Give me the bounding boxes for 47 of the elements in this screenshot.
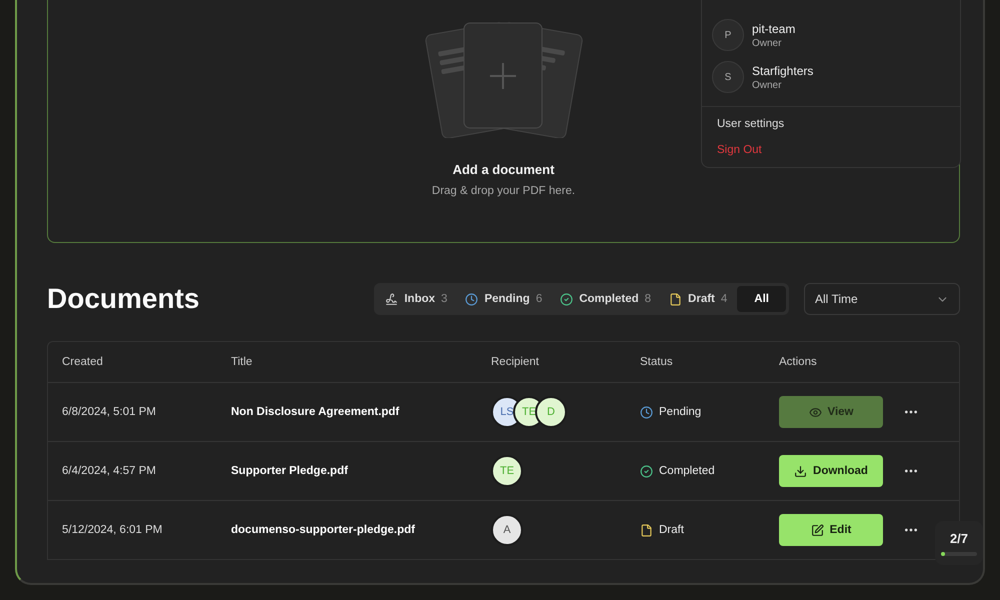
team-name[interactable]: pit-team bbox=[752, 22, 796, 36]
clock-icon bbox=[640, 406, 653, 418]
progress-label: 2/7 bbox=[950, 530, 968, 546]
team-name[interactable]: Starfighters bbox=[752, 64, 814, 78]
check-circle-icon bbox=[560, 292, 574, 306]
filter-tab[interactable]: Pending 6 bbox=[457, 286, 550, 312]
edit-icon bbox=[810, 524, 824, 536]
filter-tab[interactable]: Inbox 3 bbox=[377, 286, 456, 312]
page-title: Documents bbox=[47, 283, 200, 315]
created-cell-text: 6/8/2024, 5:01 PM bbox=[62, 406, 157, 418]
eye-icon bbox=[808, 406, 822, 418]
signature-icon bbox=[385, 292, 398, 306]
title-cell[interactable]: Non Disclosure Agreement.pdf bbox=[231, 406, 491, 418]
created-cell-text: 5/12/2024, 6:01 PM bbox=[62, 524, 164, 536]
filter-tab[interactable]: All bbox=[737, 286, 786, 312]
recipient-avatar: TE bbox=[491, 455, 523, 487]
action-button[interactable]: Edit bbox=[779, 514, 883, 546]
file-icon bbox=[669, 292, 682, 306]
status-label: Completed bbox=[640, 464, 779, 478]
filter-tab[interactable]: Completed 8 bbox=[552, 286, 660, 312]
clock-icon bbox=[465, 292, 478, 306]
team-avatar: S bbox=[712, 61, 744, 93]
download-icon bbox=[794, 464, 808, 478]
check-circle-icon bbox=[640, 464, 653, 478]
created-cell-text: 6/4/2024, 4:57 PM bbox=[62, 465, 157, 477]
column-header: Created bbox=[62, 356, 104, 368]
team-role: Owner bbox=[752, 38, 782, 48]
column-header: Actions bbox=[779, 356, 818, 368]
team-avatar: P bbox=[712, 19, 744, 51]
column-header: Status bbox=[640, 356, 674, 368]
status-label: Pending bbox=[640, 406, 779, 418]
recipient-avatar: A bbox=[491, 514, 523, 546]
dropzone-hint: Drag & drop your PDF here. bbox=[432, 185, 576, 197]
column-header: Title bbox=[231, 356, 254, 368]
title-cell[interactable]: Supporter Pledge.pdf bbox=[231, 465, 491, 477]
team-role: Owner bbox=[752, 80, 782, 90]
status-label: Draft bbox=[640, 524, 779, 536]
action-button[interactable]: Download bbox=[779, 455, 883, 487]
menu-item[interactable]: Sign Out bbox=[702, 137, 960, 163]
dropzone-title: Add a document bbox=[452, 162, 554, 177]
title-cell[interactable]: documenso-supporter-pledge.pdf bbox=[231, 524, 491, 536]
filter-tab[interactable]: Draft 4 bbox=[661, 286, 736, 312]
recipient-avatar: D bbox=[535, 396, 567, 428]
file-icon bbox=[640, 524, 653, 536]
column-header: Recipient bbox=[491, 356, 540, 368]
menu-item[interactable]: User settings bbox=[702, 111, 960, 137]
period-select[interactable]: All Time bbox=[804, 283, 960, 315]
